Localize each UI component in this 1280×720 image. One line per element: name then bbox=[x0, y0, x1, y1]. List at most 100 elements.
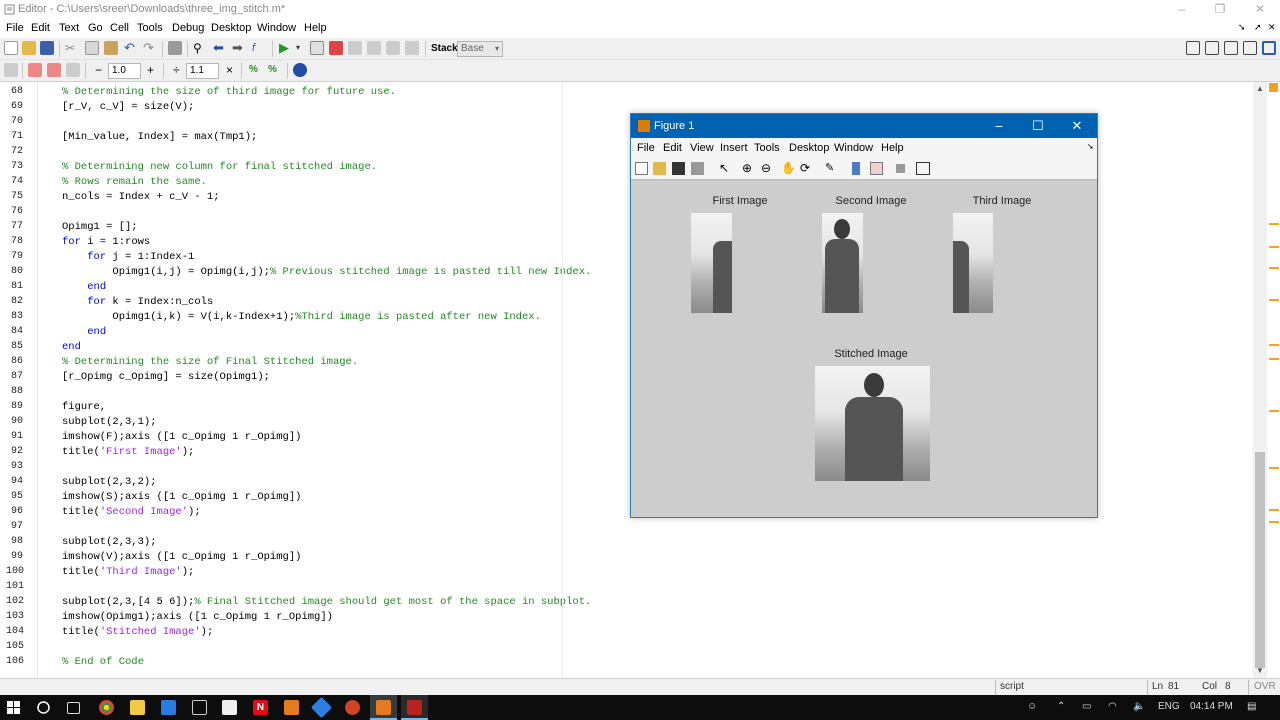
code-line[interactable]: 98 subplot(2,3,3); bbox=[0, 536, 1267, 551]
language-indicator[interactable]: ENG bbox=[1158, 701, 1180, 712]
people-icon[interactable]: ☺ bbox=[1027, 701, 1037, 712]
code-line[interactable]: 99 imshow(V);axis ([1 c_Opimg 1 r_Opimg]) bbox=[0, 551, 1267, 566]
menu-window[interactable]: Window bbox=[257, 22, 296, 34]
multiply-button[interactable]: × bbox=[226, 63, 233, 77]
back-arrow-icon[interactable]: ⬅ bbox=[213, 41, 227, 55]
info-icon[interactable] bbox=[293, 63, 307, 77]
matlab-icon[interactable] bbox=[284, 700, 299, 715]
active-matlab-task[interactable] bbox=[370, 695, 397, 720]
figure-titlebar[interactable]: Figure 1 – ☐ ✕ bbox=[631, 114, 1097, 138]
figure-dock-icon[interactable]: ➘ bbox=[1087, 142, 1094, 151]
volume-icon[interactable]: 🔈 bbox=[1133, 701, 1145, 712]
pan-hand-icon[interactable]: ✋ bbox=[781, 162, 796, 175]
menu-desktop[interactable]: Desktop bbox=[211, 22, 251, 34]
menu-debug[interactable]: Debug bbox=[172, 22, 204, 34]
task-view-icon[interactable] bbox=[67, 702, 80, 714]
store-icon[interactable] bbox=[222, 700, 237, 715]
menu-text[interactable]: Text bbox=[59, 22, 79, 34]
clock[interactable]: 04:14 PM bbox=[1190, 701, 1233, 712]
mail-icon[interactable] bbox=[161, 700, 176, 715]
notifications-icon[interactable]: ▤ bbox=[1247, 701, 1256, 712]
exit-debug-icon[interactable] bbox=[405, 41, 419, 55]
warning-marker[interactable] bbox=[1269, 267, 1279, 269]
warning-marker[interactable] bbox=[1269, 467, 1279, 469]
menu-go[interactable]: Go bbox=[88, 22, 103, 34]
windows-start-icon[interactable] bbox=[7, 701, 20, 714]
warning-marker[interactable] bbox=[1269, 509, 1279, 511]
code-line[interactable]: 106 % End of Code bbox=[0, 656, 1267, 671]
close-doc-icon[interactable]: ✕ bbox=[1268, 22, 1276, 33]
figure-menu-desktop[interactable]: Desktop bbox=[789, 142, 829, 154]
print-figure-icon[interactable] bbox=[691, 162, 704, 175]
menu-cell[interactable]: Cell bbox=[110, 22, 129, 34]
cell-value-input-2[interactable]: 1.1 bbox=[186, 63, 219, 79]
figure-maximize-button[interactable]: ☐ bbox=[1019, 114, 1057, 138]
figure-canvas[interactable]: First Image Second Image Third Image Sti… bbox=[631, 181, 1097, 517]
figure-menu-window[interactable]: Window bbox=[834, 142, 873, 154]
figure-menu-view[interactable]: View bbox=[690, 142, 714, 154]
pin-arrow-icon[interactable]: ➚ bbox=[1254, 22, 1262, 33]
hide-plot-tools-icon[interactable] bbox=[896, 164, 905, 173]
copy-icon[interactable] bbox=[85, 41, 99, 55]
warning-marker[interactable] bbox=[1269, 344, 1279, 346]
stack-dropdown[interactable]: Base ▾ bbox=[457, 41, 503, 57]
zoom-out-icon[interactable]: ⊖ bbox=[761, 162, 774, 175]
clear-breakpoints-icon[interactable] bbox=[329, 41, 343, 55]
zoom-in-icon[interactable]: ⊕ bbox=[742, 162, 755, 175]
float-doc-icon[interactable] bbox=[1243, 41, 1257, 55]
data-cursor-icon[interactable]: ✎ bbox=[825, 162, 838, 175]
redo-icon[interactable]: ↷ bbox=[143, 41, 157, 55]
decrement-button[interactable]: − bbox=[95, 63, 102, 77]
eval-cell-icon[interactable] bbox=[28, 63, 42, 77]
forward-arrow-icon[interactable]: ➡ bbox=[232, 41, 246, 55]
uncomment-cell-icon[interactable]: % bbox=[268, 63, 282, 77]
figure-menu-file[interactable]: File bbox=[637, 142, 655, 154]
powerpoint-icon[interactable] bbox=[345, 700, 360, 715]
find-binoculars-icon[interactable]: ⚲ bbox=[193, 41, 207, 55]
warning-marker[interactable] bbox=[1269, 521, 1279, 523]
figure-close-button[interactable]: ✕ bbox=[1058, 114, 1096, 138]
tile-rows-icon[interactable] bbox=[1224, 41, 1238, 55]
tile-columns-icon[interactable] bbox=[1205, 41, 1219, 55]
edit-plot-arrow-icon[interactable]: ↖ bbox=[719, 162, 732, 175]
show-plot-tools-icon[interactable] bbox=[916, 162, 930, 175]
figure-menu-insert[interactable]: Insert bbox=[720, 142, 748, 154]
print-icon[interactable] bbox=[168, 41, 182, 55]
warning-marker[interactable] bbox=[1269, 223, 1279, 225]
run-dropdown-icon[interactable]: ▾ bbox=[296, 41, 310, 55]
set-breakpoint-icon[interactable] bbox=[310, 41, 324, 55]
code-line[interactable]: 103 imshow(Opimg1);axis ([1 c_Opimg 1 r_O… bbox=[0, 611, 1267, 626]
code-line[interactable]: 101 bbox=[0, 581, 1267, 596]
figure-task[interactable] bbox=[401, 695, 428, 720]
colorbar-icon[interactable] bbox=[852, 162, 860, 175]
scrollbar-thumb[interactable] bbox=[1255, 452, 1265, 668]
netflix-icon[interactable]: N bbox=[253, 700, 268, 715]
restore-button[interactable]: ❐ bbox=[1200, 0, 1240, 19]
legend-icon[interactable] bbox=[870, 162, 883, 175]
code-line[interactable]: 97 bbox=[0, 521, 1267, 536]
warning-status-icon[interactable] bbox=[1269, 83, 1278, 92]
open-folder-icon[interactable] bbox=[22, 41, 36, 55]
warning-marker[interactable] bbox=[1269, 246, 1279, 248]
minimize-button[interactable]: – bbox=[1162, 0, 1202, 19]
rotate-3d-icon[interactable]: ⟳ bbox=[800, 162, 813, 175]
comment-cell-icon[interactable]: % bbox=[249, 63, 263, 77]
close-button[interactable]: ✕ bbox=[1240, 0, 1280, 19]
figure-minimize-button[interactable]: – bbox=[980, 114, 1018, 138]
increment-button[interactable]: + bbox=[147, 63, 154, 77]
undo-icon[interactable]: ↶ bbox=[124, 41, 138, 55]
step-out-icon[interactable] bbox=[386, 41, 400, 55]
function-icon[interactable]: f bbox=[252, 41, 266, 55]
show-hidden-icons[interactable]: ⌃ bbox=[1057, 701, 1065, 712]
search-icon[interactable] bbox=[37, 701, 50, 714]
run-icon[interactable]: ▶ bbox=[279, 41, 293, 55]
battery-icon[interactable]: ▭ bbox=[1082, 701, 1091, 712]
step-in-icon[interactable] bbox=[367, 41, 381, 55]
new-figure-icon[interactable] bbox=[635, 162, 648, 175]
warning-marker[interactable] bbox=[1269, 299, 1279, 301]
open-file-icon[interactable] bbox=[653, 162, 666, 175]
paste-icon[interactable] bbox=[104, 41, 118, 55]
code-line[interactable]: 104 title('Stitched Image'); bbox=[0, 626, 1267, 641]
figure-menu-help[interactable]: Help bbox=[881, 142, 904, 154]
tile-grid-icon[interactable] bbox=[1186, 41, 1200, 55]
